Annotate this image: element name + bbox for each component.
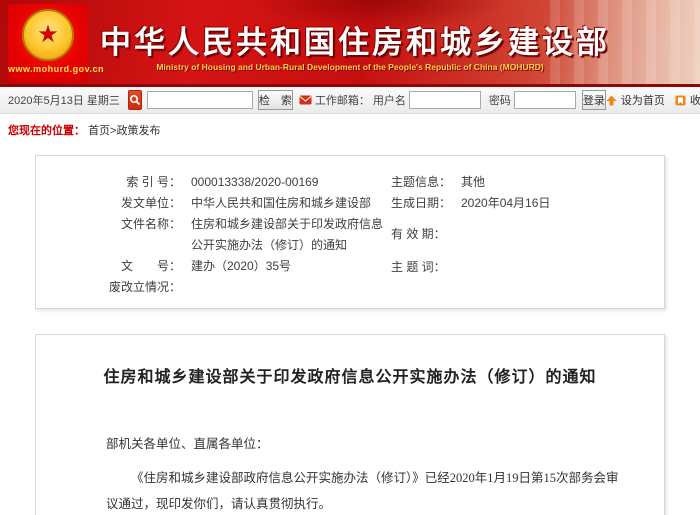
topic-label: 主题信息： xyxy=(391,172,453,193)
national-emblem-icon: ★ xyxy=(22,9,74,61)
emblem-block[interactable]: ★ www.mohurd.gov.cn xyxy=(8,4,88,82)
site-url: www.mohurd.gov.cn xyxy=(8,64,88,74)
index-label: 索 引 号： xyxy=(36,172,181,193)
keyword-label: 主 题 词： xyxy=(391,257,453,278)
gendate-value: 2020年04月16日 xyxy=(461,193,550,214)
main-content: 索 引 号： 000013338/2020-00169 发文单位： 中华人民共和… xyxy=(0,155,700,515)
repeal-label: 废改立情况： xyxy=(36,277,181,298)
toolbar-right-links: 设为首页 收藏本站 xyxy=(606,92,700,108)
favorite-link[interactable]: 收藏本站 xyxy=(690,92,700,108)
docno-label: 文 号： xyxy=(36,256,181,277)
document-salutation: 部机关各单位、直属各单位： xyxy=(106,433,629,452)
meta-row-docno: 文 号： 建办（2020）35号 xyxy=(36,256,391,277)
retrieve-button[interactable]: 检 索 xyxy=(258,90,293,110)
document-body: 部机关各单位、直属各单位： 《住房和城乡建设部政府信息公开实施办法（修订）》已经… xyxy=(36,433,664,515)
metadata-right-column: 主题信息： 其他 生成日期： 2020年04月16日 有 效 期： 主 题 词： xyxy=(391,172,661,298)
site-header: ★ www.mohurd.gov.cn 中华人民共和国住房和城乡建设部 Mini… xyxy=(0,0,700,87)
docno-value: 建办（2020）35号 xyxy=(191,256,391,277)
document-paragraph: 《住房和城乡建设部政府信息公开实施办法（修订）》已经2020年1月19日第15次… xyxy=(106,465,629,515)
search-input[interactable] xyxy=(147,91,253,109)
username-input[interactable] xyxy=(409,91,481,109)
search-icon xyxy=(129,94,141,106)
metadata-left-column: 索 引 号： 000013338/2020-00169 发文单位： 中华人民共和… xyxy=(36,172,391,298)
breadcrumb-path[interactable]: 首页>政策发布 xyxy=(88,125,160,137)
password-label: 密码 xyxy=(489,92,511,108)
breadcrumb: 您现在的位置： 首页>政策发布 xyxy=(0,114,700,144)
mail-icon xyxy=(299,95,312,105)
toolbar: 2020年5月13日 星期三 检 索 工作邮箱： 用户名 密码 登录 设为首页 … xyxy=(0,87,700,114)
valid-label: 有 效 期： xyxy=(391,224,453,245)
meta-row-keyword: 主 题 词： xyxy=(391,257,661,278)
search-icon-button[interactable] xyxy=(128,90,142,110)
set-home-link[interactable]: 设为首页 xyxy=(621,92,665,108)
site-title: 中华人民共和国住房和城乡建设部 xyxy=(100,17,600,62)
index-value: 000013338/2020-00169 xyxy=(191,172,391,193)
issuer-value: 中华人民共和国住房和城乡建设部 xyxy=(191,193,391,214)
document-title: 住房和城乡建设部关于印发政府信息公开实施办法（修订）的通知 xyxy=(76,363,624,387)
favorite-icon xyxy=(675,95,686,106)
meta-row-docname: 文件名称： 住房和城乡建设部关于印发政府信息公开实施办法（修订）的通知 xyxy=(36,214,391,256)
current-date: 2020年5月13日 星期三 xyxy=(8,92,120,108)
login-button[interactable]: 登录 xyxy=(582,90,606,110)
meta-row-topic: 主题信息： 其他 xyxy=(391,172,661,193)
username-label: 用户名 xyxy=(373,92,406,108)
meta-row-index: 索 引 号： 000013338/2020-00169 xyxy=(36,172,391,193)
meta-row-valid: 有 效 期： xyxy=(391,224,661,245)
topic-value: 其他 xyxy=(461,172,485,193)
docname-value: 住房和城乡建设部关于印发政府信息公开实施办法（修订）的通知 xyxy=(191,214,391,256)
document-metadata-box: 索 引 号： 000013338/2020-00169 发文单位： 中华人民共和… xyxy=(35,155,665,309)
issuer-label: 发文单位： xyxy=(36,193,181,214)
meta-row-issuer: 发文单位： 中华人民共和国住房和城乡建设部 xyxy=(36,193,391,214)
site-subtitle-en: Ministry of Housing and Urban-Rural Deve… xyxy=(95,62,605,72)
set-home-icon xyxy=(606,95,617,106)
meta-row-gendate: 生成日期： 2020年04月16日 xyxy=(391,193,661,214)
password-input[interactable] xyxy=(514,91,576,109)
mail-label: 工作邮箱： xyxy=(315,92,370,108)
gendate-label: 生成日期： xyxy=(391,193,453,214)
breadcrumb-prefix: 您现在的位置： xyxy=(8,125,85,137)
docname-label: 文件名称： xyxy=(36,214,181,256)
repeal-value xyxy=(191,277,391,298)
document-body-box: 住房和城乡建设部关于印发政府信息公开实施办法（修订）的通知 部机关各单位、直属各… xyxy=(35,334,665,515)
meta-row-repeal: 废改立情况： xyxy=(36,277,391,298)
